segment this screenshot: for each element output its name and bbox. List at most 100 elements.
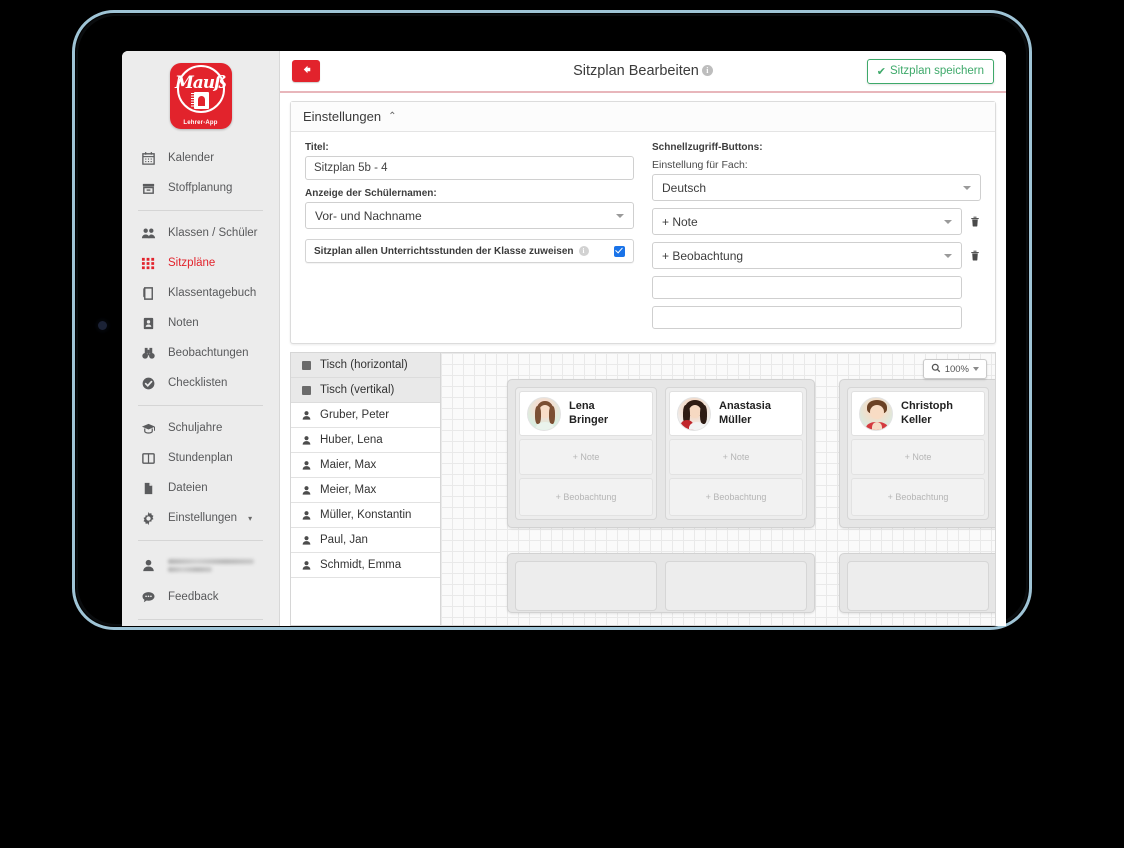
graduation-cap-icon (140, 420, 157, 437)
sidebar-item-checklisten[interactable]: Checklisten (122, 368, 279, 398)
save-seating-plan-button[interactable]: ✔ Sitzplan speichern (866, 58, 994, 84)
zoom-control[interactable]: 100% (922, 359, 987, 379)
sidebar-label: Klassen / Schüler (168, 227, 258, 239)
sidebar-item-klassen-schueler[interactable]: Klassen / Schüler (122, 218, 279, 248)
title-input[interactable] (305, 156, 634, 180)
magnifier-icon (931, 363, 941, 376)
sidebar-divider (138, 540, 263, 541)
sidebar-item-dateien[interactable]: Dateien (122, 473, 279, 503)
grid-icon (140, 255, 157, 272)
info-icon[interactable]: i (701, 65, 713, 76)
sidebar-item-beobachtungen[interactable]: Beobachtungen (122, 338, 279, 368)
student-name-display-select[interactable]: Vor- und Nachname (305, 202, 634, 229)
student-list-panel: Tisch (horizontal) Tisch (vertikal) Grub… (290, 352, 440, 626)
add-note-button[interactable]: + Note (669, 439, 803, 475)
quick-button-4-input[interactable] (652, 306, 962, 329)
square-icon (300, 359, 312, 371)
seat[interactable] (515, 561, 657, 611)
quick-button-2-select[interactable]: + Beobachtung (652, 242, 962, 269)
trash-icon[interactable] (969, 249, 981, 262)
sidebar-divider (138, 405, 263, 406)
list-item-student[interactable]: Meier, Max (291, 478, 440, 503)
seat[interactable]: Christoph Keller + Note + Beobachtung (847, 387, 989, 520)
seat[interactable]: Lena Bringer + Note + Beobachtung (515, 387, 657, 520)
list-item-student[interactable]: Maier, Max (291, 453, 440, 478)
sidebar-label: Feedback (168, 591, 219, 603)
assign-all-lessons-row[interactable]: Sitzplan allen Unterrichtsstunden der Kl… (305, 239, 634, 263)
seat[interactable]: Anastasia Müller + Note + Beobachtung (665, 387, 807, 520)
sidebar-item-schuljahre[interactable]: Schuljahre (122, 413, 279, 443)
sidebar-item-stundenplan[interactable]: Stundenplan (122, 443, 279, 473)
sidebar-item-klassentagebuch[interactable]: Klassentagebuch (122, 278, 279, 308)
list-item-table-horizontal[interactable]: Tisch (horizontal) (291, 353, 440, 378)
sidebar-divider (138, 210, 263, 211)
add-observation-button[interactable]: + Beobachtung (669, 478, 803, 516)
contact-card-icon (140, 315, 157, 332)
table-group[interactable]: Christoph Keller + Note + Beobachtung (839, 379, 995, 528)
sidebar-item-kalender[interactable]: Kalender (122, 143, 279, 173)
seat-student-header[interactable]: Lena Bringer (519, 391, 653, 436)
user-icon (300, 484, 312, 496)
sidebar-divider (138, 619, 263, 620)
add-note-button[interactable]: + Note (519, 439, 653, 475)
sidebar-item-einstellungen[interactable]: Einstellungen ▾ (122, 503, 279, 533)
table-group[interactable]: Lena Bringer + Note + Beobachtung Anasta… (507, 379, 815, 528)
table-group[interactable] (507, 553, 815, 613)
add-observation-button[interactable]: + Beobachtung (851, 478, 985, 516)
seat-student-name: Lena Bringer (569, 400, 608, 428)
square-icon (300, 384, 312, 396)
table-group[interactable] (839, 553, 995, 613)
list-item-student[interactable]: Gruber, Peter (291, 403, 440, 428)
seat-first-name: Christoph (901, 399, 953, 412)
chevron-down-icon (944, 219, 952, 224)
seat-student-header[interactable]: Anastasia Müller (669, 391, 803, 436)
quick-button-1-select[interactable]: + Note (652, 208, 962, 235)
sidebar-item-noten[interactable]: Noten (122, 308, 279, 338)
quick-button-1-value: + Note (662, 214, 698, 229)
seat[interactable] (847, 561, 989, 611)
trash-icon[interactable] (969, 215, 981, 228)
sidebar-item-sitzplaene[interactable]: Sitzpläne (122, 248, 279, 278)
zoom-level: 100% (944, 363, 969, 375)
list-item-table-vertical[interactable]: Tisch (vertikal) (291, 378, 440, 403)
list-item-student[interactable]: Paul, Jan (291, 528, 440, 553)
tablet-screen: Mauß Lehrer-App Kalender Stoffplanung Kl… (122, 51, 1006, 626)
back-button[interactable] (292, 60, 320, 82)
list-item-student[interactable]: Schmidt, Emma (291, 553, 440, 578)
book-icon (140, 285, 157, 302)
sidebar-item-account[interactable] (122, 548, 279, 582)
assign-all-lessons-checkbox[interactable] (614, 245, 625, 257)
seating-plan-area: Tisch (horizontal) Tisch (vertikal) Grub… (290, 352, 996, 626)
sidebar-label: Kalender (168, 152, 215, 164)
list-item-student[interactable]: Huber, Lena (291, 428, 440, 453)
list-item-student[interactable]: Müller, Konstantin (291, 503, 440, 528)
binoculars-icon (140, 345, 157, 362)
seat-student-header[interactable]: Christoph Keller (851, 391, 985, 436)
seat-last-name: Keller (901, 413, 932, 426)
user-icon (300, 434, 312, 446)
sidebar-item-feedback[interactable]: Feedback (122, 582, 279, 612)
user-icon (300, 559, 312, 571)
check-circle-icon (140, 375, 157, 392)
add-observation-button[interactable]: + Beobachtung (519, 478, 653, 516)
info-icon[interactable]: i (578, 246, 589, 256)
quick-button-3-input[interactable] (652, 276, 962, 299)
avatar (859, 396, 893, 431)
list-item-label: Maier, Max (320, 459, 377, 471)
settings-left-column: Titel: Anzeige der Schülernamen: Vor- un… (305, 142, 634, 329)
notebook-icon (190, 92, 209, 109)
avatar (527, 396, 561, 431)
quick-button-row-1: + Note (652, 208, 981, 235)
quick-button-2-value: + Beobachtung (662, 248, 744, 263)
calendar-icon (140, 150, 157, 167)
app-logo[interactable]: Mauß Lehrer-App (122, 51, 279, 143)
seat[interactable] (665, 561, 807, 611)
sidebar-item-stoffplanung[interactable]: Stoffplanung (122, 173, 279, 203)
chevron-up-icon[interactable]: ⌃ (388, 111, 396, 122)
add-note-button[interactable]: + Note (851, 439, 985, 475)
subject-select[interactable]: Deutsch (652, 174, 981, 201)
seating-plan-canvas[interactable]: 100% Lena Bringer + Note + Beobachtung A… (440, 352, 996, 626)
sidebar-label: Dateien (168, 482, 208, 494)
subject-value: Deutsch (662, 180, 707, 195)
settings-panel-header[interactable]: Einstellungen ⌃ (291, 102, 995, 132)
